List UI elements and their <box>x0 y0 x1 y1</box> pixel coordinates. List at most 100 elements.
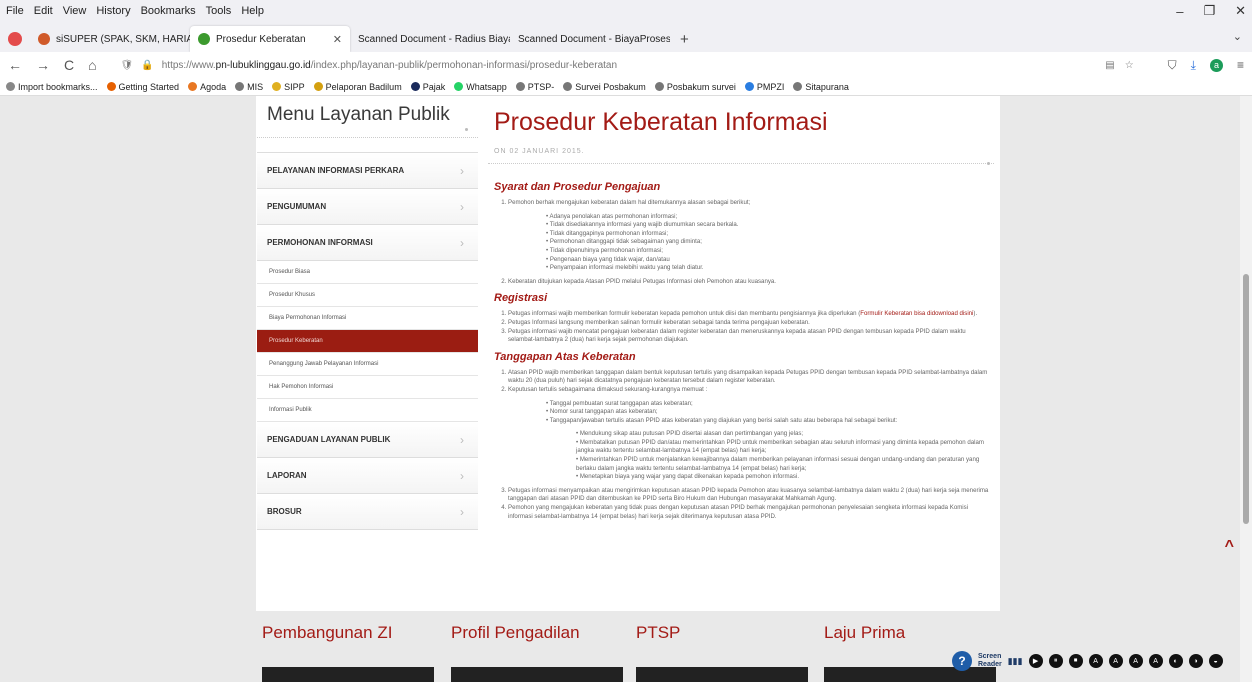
sidebar-item-pengumuman[interactable]: PENGUMUMAN › <box>257 189 478 225</box>
sidebar-subitem-biaya-permohonan[interactable]: Biaya Permohonan Informasi <box>257 307 478 330</box>
reload-icon[interactable]: C <box>64 57 74 73</box>
page-title: Prosedur Keberatan Informasi <box>494 108 828 136</box>
scrollbar-thumb[interactable] <box>1243 274 1249 524</box>
pajak-icon <box>410 82 420 91</box>
list-item: Tanggapan/jawaban tertulis atasan PPID a… <box>546 417 994 482</box>
import-icon <box>6 82 15 91</box>
list-item: Petugas informasi wajib memberikan formu… <box>508 310 994 319</box>
forward-icon[interactable]: → <box>36 57 50 73</box>
bookmark-pelaporan-badilum[interactable]: Pelaporan Badilum <box>313 82 402 92</box>
sidebar-subitem-prosedur-khusus[interactable]: Prosedur Khusus <box>257 284 478 307</box>
lock-icon[interactable]: 🔒 <box>141 60 153 71</box>
list-item: Memerintahkan PPID untuk menjalankan kew… <box>576 456 994 473</box>
font-size-icon[interactable]: A <box>1148 654 1163 668</box>
sidebar-subitem-informasi-publik[interactable]: Informasi Publik <box>257 399 478 422</box>
bookmark-posbakum-survei[interactable]: Posbakum survei <box>654 82 736 92</box>
list-item: Penyampaian informasi melebihi waktu yan… <box>546 264 994 273</box>
account-icon[interactable]: a <box>1209 58 1223 72</box>
home-icon[interactable]: ⌂ <box>88 57 96 73</box>
bookmark-ptsp[interactable]: PTSP- <box>515 82 554 92</box>
close-icon[interactable]: ✕ <box>1235 3 1246 19</box>
list-tabs-icon[interactable]: ⌄ <box>1233 30 1242 43</box>
back-icon[interactable]: ← <box>8 57 22 73</box>
list-item: Pengenaan biaya yang tidak wajar, dan/at… <box>546 256 994 265</box>
contrast-icon[interactable]: ◒ <box>1208 654 1223 668</box>
menu-view[interactable]: View <box>63 5 87 17</box>
tab-sisuper[interactable]: siSUPER (SPAK, SKM, HARIAN) | Dire ✕ <box>30 26 190 52</box>
tab-scanned-biaya[interactable]: Scanned Document - BiayaProses.p ✕ <box>510 26 670 52</box>
list-item: Membatalkan putusan PPID dan/atau memeri… <box>576 439 994 456</box>
play-icon[interactable]: ▶ <box>1028 654 1043 668</box>
sidebar-list: PELAYANAN INFORMASI PERKARA › PENGUMUMAN ›… <box>257 152 478 530</box>
tab-close-icon[interactable]: ✕ <box>333 33 342 46</box>
sidebar-item-laporan[interactable]: LAPORAN › <box>257 458 478 494</box>
bookmark-whatsapp[interactable]: Whatsapp <box>454 82 507 92</box>
footer-image[interactable] <box>636 667 808 682</box>
sidebar-subitem-penanggung-jawab[interactable]: Penanggung Jawab Pelayanan Informasi <box>257 353 478 376</box>
bookmark-pajak[interactable]: Pajak <box>410 82 445 92</box>
sidebar-subitem-hak-pemohon[interactable]: Hak Pemohon Informasi <box>257 376 478 399</box>
sidebar-menu: Menu Layanan Publik PELAYANAN INFORMASI … <box>257 96 478 530</box>
tab-prosedur-keberatan[interactable]: Prosedur Keberatan ✕ <box>190 26 350 52</box>
sidebar-item-pelayanan-informasi-perkara[interactable]: PELAYANAN INFORMASI PERKARA › <box>257 153 478 189</box>
url-bar[interactable]: 🛡 🔒 https://www.pn-lubuklinggau.go.id/in… <box>121 60 1154 71</box>
restore-icon[interactable]: ❐ <box>1203 3 1215 19</box>
menu-history[interactable]: History <box>96 5 130 17</box>
globe-icon <box>563 82 573 91</box>
download-icon[interactable]: ⤓ <box>1191 58 1196 73</box>
menu-edit[interactable]: Edit <box>34 5 53 17</box>
scroll-to-top-button[interactable]: ^ <box>1225 538 1234 556</box>
font-size-icon[interactable]: A <box>1088 654 1103 668</box>
pause-icon[interactable]: ⏸ <box>1048 654 1063 668</box>
tab-scanned-radius[interactable]: Scanned Document - Radius Biaya.p ✕ <box>350 26 510 52</box>
globe-icon <box>235 82 245 91</box>
sidebar-item-permohonan-informasi[interactable]: PERMOHONAN INFORMASI › <box>257 225 478 261</box>
menu-help[interactable]: Help <box>241 5 264 17</box>
stop-icon[interactable]: ⏹ <box>1068 654 1083 668</box>
minimize-icon[interactable]: – <box>1176 4 1183 19</box>
sidebar-subitem-prosedur-biasa[interactable]: Prosedur Biasa <box>257 261 478 284</box>
bookmark-pmpzi[interactable]: PMPZI <box>744 82 784 92</box>
sidebar-item-pengaduan-layanan-publik[interactable]: PENGADUAN LAYANAN PUBLIK › <box>257 422 478 458</box>
tab-favicon-icon <box>38 33 50 45</box>
new-tab-button[interactable]: + <box>670 26 699 52</box>
list-item: Keberatan ditujukan kepada Atasan PPID m… <box>508 278 994 287</box>
volume-icon[interactable]: ▮▮▮ <box>1008 656 1023 667</box>
screen-reader-toolbar: ? Screen Reader ▮▮▮ ▶ ⏸ ⏹ A A A A ◐ ◑ ◒ <box>952 649 1252 673</box>
list-item: Tidak dipenuhinya permohonan informasi; <box>546 247 994 256</box>
bookmark-getting-started[interactable]: Getting Started <box>106 82 179 92</box>
badilum-icon <box>313 82 323 91</box>
firefox-view-icon[interactable] <box>8 32 22 46</box>
shield-icon[interactable]: 🛡 <box>121 60 134 71</box>
sidebar-title: Menu Layanan Publik <box>257 96 478 138</box>
font-size-icon[interactable]: A <box>1128 654 1143 668</box>
bookmarks-toolbar: Import bookmarks... Getting Started Agod… <box>0 78 1252 96</box>
contrast-icon[interactable]: ◑ <box>1188 654 1203 668</box>
bookmark-sitapurana[interactable]: Sitapurana <box>793 82 849 92</box>
app-menubar: File Edit View History Bookmarks Tools H… <box>0 0 1252 22</box>
footer-heading-laju-prima: Laju Prima <box>824 623 906 642</box>
bookmark-mis[interactable]: MIS <box>235 82 263 92</box>
reader-view-icon[interactable]: ▤ <box>1105 60 1114 71</box>
menu-tools[interactable]: Tools <box>206 5 232 17</box>
sidebar-item-brosur[interactable]: BROSUR › <box>257 494 478 530</box>
contrast-icon[interactable]: ◐ <box>1168 654 1183 668</box>
screen-reader-logo-icon[interactable]: ? <box>952 651 972 671</box>
menu-bookmarks[interactable]: Bookmarks <box>141 5 196 17</box>
app-menu-icon[interactable]: ≡ <box>1237 58 1244 72</box>
footer-heading-pembangunan-zi: Pembangunan ZI <box>262 623 393 642</box>
bookmark-agoda[interactable]: Agoda <box>188 82 226 92</box>
pocket-icon[interactable]: ⛉ <box>1168 58 1177 73</box>
bookmark-import[interactable]: Import bookmarks... <box>6 82 98 92</box>
footer-image[interactable] <box>451 667 623 682</box>
footer-image[interactable] <box>262 667 434 682</box>
formulir-keberatan-link[interactable]: Formulir Keberatan bisa didownload disin… <box>860 310 973 317</box>
page-scrollbar[interactable] <box>1240 96 1252 682</box>
sidebar-subitem-prosedur-keberatan[interactable]: Prosedur Keberatan <box>257 330 478 353</box>
menu-file[interactable]: File <box>6 5 24 17</box>
bookmark-sipp[interactable]: SIPP <box>272 82 305 92</box>
web-viewport: Menu Layanan Publik PELAYANAN INFORMASI … <box>0 96 1240 682</box>
font-size-icon[interactable]: A <box>1108 654 1123 668</box>
bookmark-star-icon[interactable]: ☆ <box>1125 60 1134 71</box>
bookmark-survei-posbakum[interactable]: Survei Posbakum <box>563 82 646 92</box>
